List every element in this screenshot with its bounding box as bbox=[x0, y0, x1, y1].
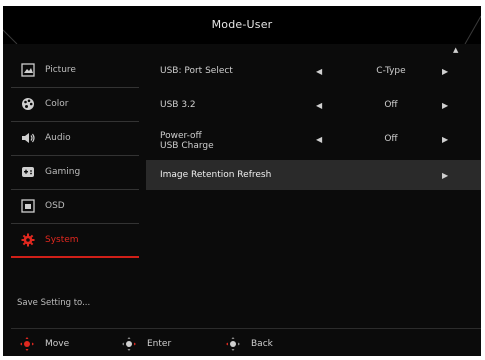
setting-row-usb-port-select[interactable]: USB: Port Select ◀ C-Type ▶ bbox=[146, 54, 481, 88]
gear-icon bbox=[21, 233, 35, 247]
footer-divider bbox=[11, 328, 481, 329]
arrow-right-icon[interactable]: ▶ bbox=[442, 171, 448, 180]
active-item-underline bbox=[11, 256, 139, 258]
sidebar-item-color[interactable]: Color bbox=[3, 88, 145, 120]
setting-row-image-retention-refresh[interactable]: Image Retention Refresh ▶ bbox=[146, 160, 481, 190]
sidebar-item-label: Color bbox=[45, 99, 69, 109]
hint-label: Back bbox=[251, 339, 273, 349]
title-bar: Mode-User bbox=[3, 6, 481, 44]
setting-label: USB: Port Select bbox=[160, 66, 233, 76]
hint-enter: Enter bbox=[121, 336, 171, 352]
sidebar-item-gaming[interactable]: Gaming bbox=[3, 156, 145, 188]
hint-move: Move bbox=[19, 336, 69, 352]
sidebar-item-label: Picture bbox=[45, 65, 76, 75]
osd-menu: Mode-User Picture Color Audio Gaming OSD… bbox=[3, 6, 481, 356]
joystick-move-icon bbox=[20, 337, 34, 351]
speaker-icon bbox=[22, 133, 35, 143]
hint-label: Enter bbox=[147, 339, 172, 349]
arrow-right-icon[interactable]: ▶ bbox=[442, 67, 448, 76]
setting-label-line2: USB Charge bbox=[160, 141, 214, 151]
sidebar-item-label: Gaming bbox=[45, 167, 81, 177]
sidebar-item-audio[interactable]: Audio bbox=[3, 122, 145, 154]
joystick-enter-icon bbox=[122, 337, 136, 351]
palette-icon bbox=[22, 98, 34, 110]
arrow-left-icon[interactable]: ◀ bbox=[316, 101, 322, 110]
osd-icon bbox=[21, 199, 35, 213]
sidebar-item-label: Audio bbox=[45, 133, 71, 143]
save-setting-button[interactable]: Save Setting to... bbox=[17, 298, 90, 308]
settings-panel: ▲ USB: Port Select ◀ C-Type ▶ USB 3.2 ◀ … bbox=[146, 46, 481, 306]
footer-hints: Move Enter Back bbox=[3, 330, 481, 356]
sidebar-item-picture[interactable]: Picture bbox=[3, 54, 145, 86]
joystick-back-icon bbox=[226, 337, 240, 351]
sidebar: Picture Color Audio Gaming OSD System bbox=[3, 54, 145, 306]
setting-label: USB 3.2 bbox=[160, 100, 196, 110]
setting-label-line1: Power-off bbox=[160, 131, 202, 141]
picture-icon bbox=[21, 63, 35, 77]
sidebar-item-system[interactable]: System bbox=[3, 224, 145, 256]
scroll-up-arrow-icon[interactable]: ▲ bbox=[453, 46, 458, 54]
setting-value: C-Type bbox=[376, 66, 406, 76]
arrow-left-icon[interactable]: ◀ bbox=[316, 67, 322, 76]
sidebar-item-osd[interactable]: OSD bbox=[3, 190, 145, 222]
setting-row-power-off-usb-charge[interactable]: Power-off USB Charge ◀ Off ▶ bbox=[146, 122, 481, 156]
window-title: Mode-User bbox=[211, 18, 273, 31]
arrow-right-icon[interactable]: ▶ bbox=[442, 135, 448, 144]
gamepad-icon bbox=[22, 167, 34, 177]
arrow-right-icon[interactable]: ▶ bbox=[442, 101, 448, 110]
setting-value: Off bbox=[384, 134, 398, 144]
hint-label: Move bbox=[45, 339, 70, 349]
setting-value: Off bbox=[384, 100, 398, 110]
sidebar-item-label: System bbox=[45, 235, 79, 245]
hint-back: Back bbox=[225, 336, 273, 352]
setting-label: Image Retention Refresh bbox=[160, 170, 272, 180]
arrow-left-icon[interactable]: ◀ bbox=[316, 135, 322, 144]
sidebar-item-label: OSD bbox=[45, 201, 65, 211]
setting-row-usb-3-2[interactable]: USB 3.2 ◀ Off ▶ bbox=[146, 88, 481, 122]
